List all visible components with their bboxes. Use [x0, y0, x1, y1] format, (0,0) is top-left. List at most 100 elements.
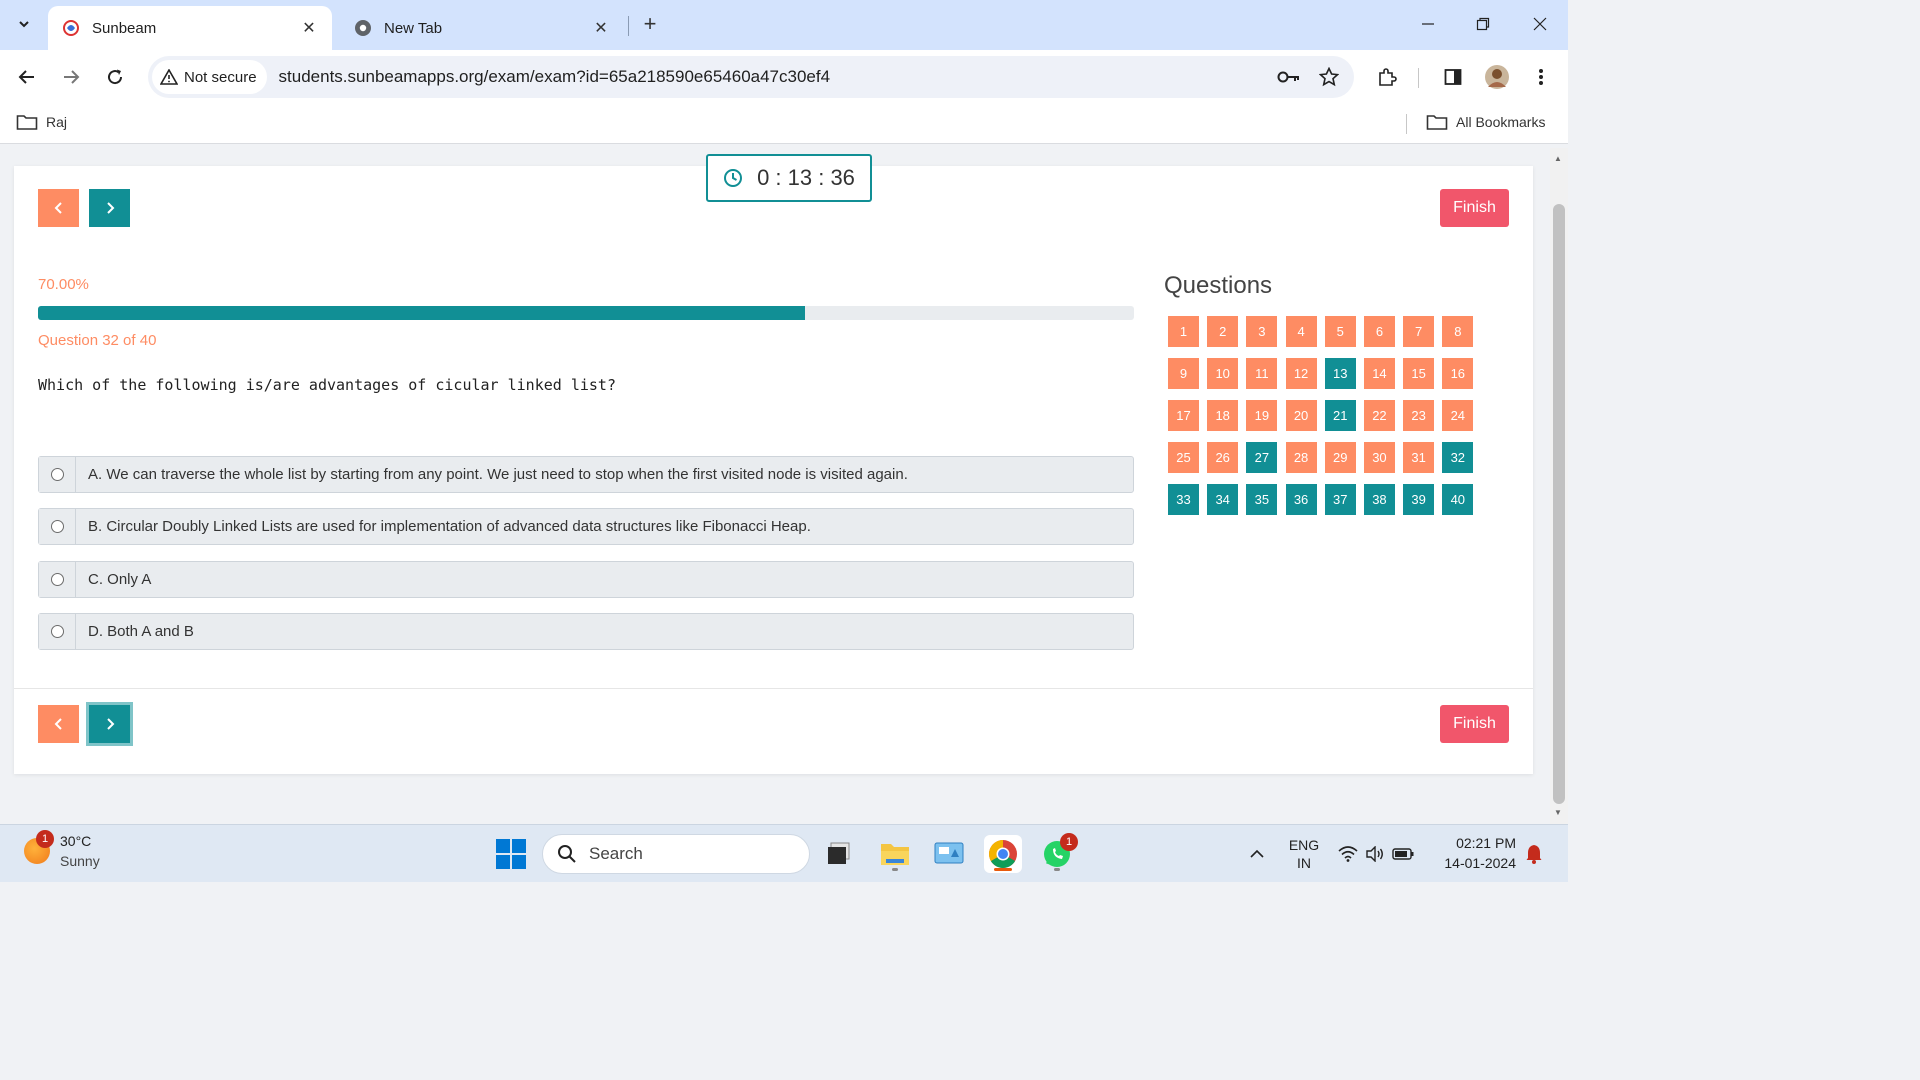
taskbar-search[interactable]: Search	[542, 834, 810, 874]
taskbar-app-files[interactable]	[820, 835, 858, 873]
question-nav-11[interactable]: 11	[1246, 358, 1278, 389]
question-nav-28[interactable]: 28	[1285, 442, 1317, 473]
question-nav-24[interactable]: 24	[1442, 400, 1474, 431]
radio-button[interactable]	[50, 468, 64, 481]
question-nav-34[interactable]: 34	[1207, 484, 1239, 515]
question-nav-29[interactable]: 29	[1324, 442, 1356, 473]
taskbar-app-control-panel[interactable]	[930, 835, 968, 873]
answer-option-d[interactable]: D. Both A and B	[38, 613, 1134, 650]
close-tab-icon[interactable]: ✕	[592, 19, 610, 37]
question-nav-23[interactable]: 23	[1403, 400, 1435, 431]
language-indicator[interactable]: ENG IN	[1282, 835, 1326, 873]
question-nav-17[interactable]: 17	[1168, 400, 1199, 431]
browser-menu-button[interactable]	[1526, 62, 1556, 92]
question-nav-5[interactable]: 5	[1324, 316, 1356, 347]
radio-button[interactable]	[50, 625, 64, 638]
tab-sunbeam[interactable]: Sunbeam ✕	[48, 6, 332, 50]
close-window-button[interactable]	[1520, 10, 1560, 38]
weather-widget[interactable]: 1 30°C Sunny	[24, 830, 100, 871]
password-key-button[interactable]	[1274, 62, 1304, 92]
taskbar-app-chrome[interactable]	[984, 835, 1022, 873]
bookmark-star-button[interactable]	[1314, 62, 1344, 92]
question-nav-14[interactable]: 14	[1363, 358, 1395, 389]
bookmark-folder-raj[interactable]: Raj	[16, 113, 67, 131]
question-nav-20[interactable]: 20	[1285, 400, 1317, 431]
answer-option-a[interactable]: A. We can traverse the whole list by sta…	[38, 456, 1134, 493]
question-nav-8[interactable]: 8	[1442, 316, 1474, 347]
reload-button[interactable]	[100, 62, 130, 92]
question-nav-13[interactable]: 13	[1324, 358, 1356, 389]
question-nav-3[interactable]: 3	[1246, 316, 1278, 347]
radio-cell[interactable]	[39, 457, 76, 492]
taskbar-clock[interactable]: 02:21 PM 14-01-2024	[1432, 833, 1516, 873]
answer-option-c[interactable]: C. Only A	[38, 561, 1134, 598]
all-bookmarks-button[interactable]: All Bookmarks	[1426, 113, 1545, 131]
answer-option-b[interactable]: B. Circular Doubly Linked Lists are used…	[38, 508, 1134, 545]
scroll-down-icon[interactable]: ▼	[1554, 808, 1562, 817]
back-button[interactable]	[12, 62, 42, 92]
system-tray-status[interactable]	[1336, 835, 1416, 873]
finish-button[interactable]: Finish	[1440, 189, 1509, 227]
question-nav-31[interactable]: 31	[1403, 442, 1435, 473]
question-nav-6[interactable]: 6	[1363, 316, 1395, 347]
question-nav-39[interactable]: 39	[1403, 484, 1435, 515]
question-nav-10[interactable]: 10	[1207, 358, 1239, 389]
question-nav-40[interactable]: 40	[1442, 484, 1474, 515]
taskbar-app-whatsapp[interactable]: 1	[1038, 833, 1078, 873]
question-nav-33[interactable]: 33	[1168, 484, 1199, 515]
previous-question-button-bottom[interactable]	[38, 705, 79, 743]
tab-new-tab[interactable]: New Tab ✕	[340, 6, 624, 50]
question-nav-16[interactable]: 16	[1442, 358, 1474, 389]
radio-cell[interactable]	[39, 509, 76, 544]
chrome-favicon-icon	[354, 19, 372, 37]
question-nav-35[interactable]: 35	[1246, 484, 1278, 515]
forward-button[interactable]	[56, 62, 86, 92]
question-nav-25[interactable]: 25	[1168, 442, 1199, 473]
question-nav-15[interactable]: 15	[1403, 358, 1435, 389]
taskbar-app-file-explorer[interactable]	[876, 835, 914, 873]
next-question-button[interactable]	[89, 189, 130, 227]
scrollbar-thumb[interactable]	[1553, 204, 1565, 804]
question-nav-18[interactable]: 18	[1207, 400, 1239, 431]
question-nav-7[interactable]: 7	[1403, 316, 1435, 347]
question-nav-12[interactable]: 12	[1285, 358, 1317, 389]
security-chip[interactable]: Not secure	[152, 60, 267, 94]
start-button[interactable]	[496, 839, 526, 869]
scroll-up-icon[interactable]: ▲	[1554, 154, 1562, 163]
radio-cell[interactable]	[39, 614, 76, 649]
radio-button[interactable]	[50, 520, 64, 533]
weather-badge: 1	[36, 830, 54, 848]
radio-cell[interactable]	[39, 562, 76, 597]
url-text[interactable]: students.sunbeamapps.org/exam/exam?id=65…	[279, 67, 1274, 87]
question-nav-38[interactable]: 38	[1363, 484, 1395, 515]
question-nav-4[interactable]: 4	[1285, 316, 1317, 347]
question-nav-2[interactable]: 2	[1207, 316, 1239, 347]
radio-button[interactable]	[50, 573, 64, 586]
question-nav-30[interactable]: 30	[1363, 442, 1395, 473]
new-tab-button[interactable]: +	[636, 10, 664, 38]
extensions-button[interactable]	[1372, 62, 1402, 92]
restore-button[interactable]	[1463, 10, 1503, 38]
question-nav-22[interactable]: 22	[1363, 400, 1395, 431]
question-nav-36[interactable]: 36	[1285, 484, 1317, 515]
question-nav-21[interactable]: 21	[1324, 400, 1356, 431]
tab-search-button[interactable]	[8, 8, 40, 40]
question-nav-19[interactable]: 19	[1246, 400, 1278, 431]
notifications-button[interactable]	[1522, 835, 1546, 873]
side-panel-button[interactable]	[1438, 62, 1468, 92]
address-bar[interactable]: Not secure students.sunbeamapps.org/exam…	[148, 56, 1354, 98]
question-nav-32[interactable]: 32	[1442, 442, 1474, 473]
question-nav-26[interactable]: 26	[1207, 442, 1239, 473]
previous-question-button[interactable]	[38, 189, 79, 227]
profile-avatar[interactable]	[1482, 62, 1512, 92]
show-hidden-icons-button[interactable]	[1244, 835, 1270, 873]
close-tab-icon[interactable]: ✕	[300, 19, 318, 37]
minimize-button[interactable]	[1408, 10, 1448, 38]
question-nav-37[interactable]: 37	[1324, 484, 1356, 515]
next-question-button-bottom[interactable]	[89, 705, 130, 743]
question-nav-27[interactable]: 27	[1246, 442, 1278, 473]
question-nav-9[interactable]: 9	[1168, 358, 1199, 389]
question-nav-1[interactable]: 1	[1168, 316, 1199, 347]
page-scrollbar[interactable]: ▲ ▼	[1550, 148, 1568, 824]
finish-button-bottom[interactable]: Finish	[1440, 705, 1509, 743]
